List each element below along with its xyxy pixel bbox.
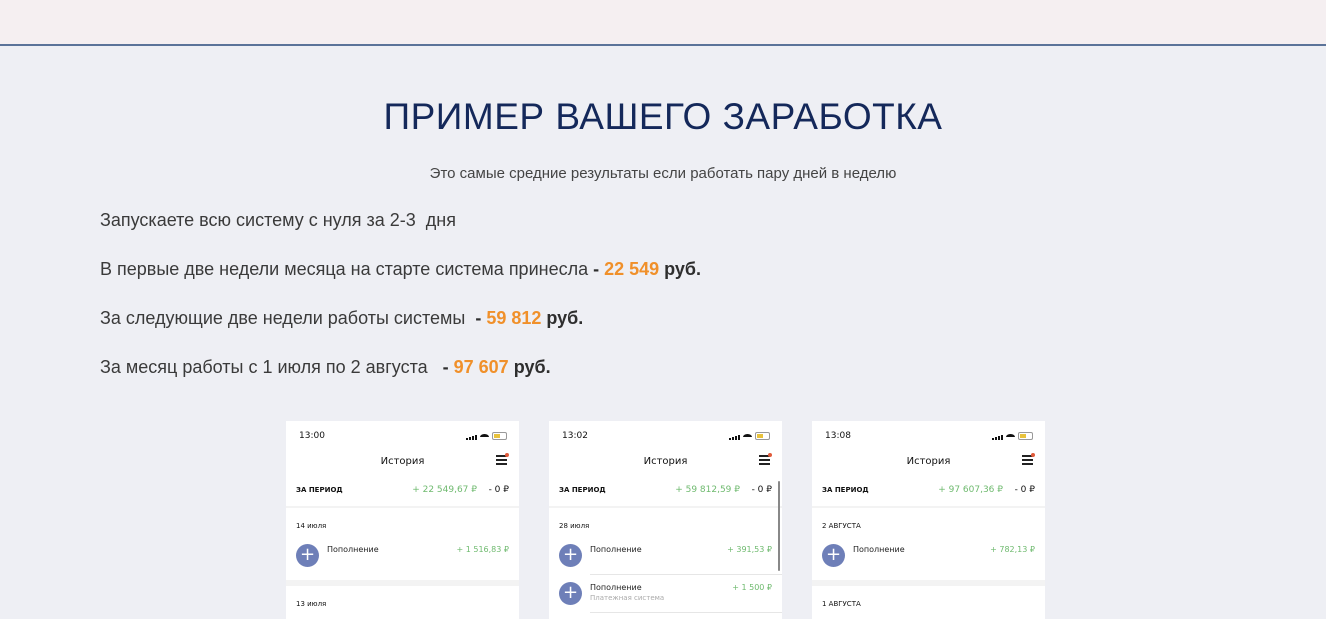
- history-group: 13 июля: [286, 586, 519, 619]
- list-item[interactable]: + Пополнение + 1 516,83 ₽: [296, 544, 509, 568]
- result-line-dash: -: [588, 259, 605, 279]
- history-group: 14 июля + Пополнение + 1 516,83 ₽: [286, 508, 519, 580]
- period-label: ЗА ПЕРИОД: [296, 486, 343, 494]
- result-line-text: За месяц работы с 1 июля по 2 августа: [100, 357, 433, 377]
- period-expense: - 0 ₽: [1014, 485, 1035, 495]
- screenshot-phone-2: 13:02 История ЗА ПЕРИОД + 59 812,59 ₽ - …: [549, 421, 782, 619]
- result-line-2: В первые две недели месяца на старте сис…: [100, 259, 701, 280]
- result-line-text: В первые две недели месяца на старте сис…: [100, 259, 589, 279]
- period-income: + 22 549,67 ₽: [412, 485, 477, 495]
- group-date: 14 июля: [296, 522, 327, 530]
- operation-label: Пополнение: [853, 545, 905, 554]
- nav-title: История: [906, 456, 951, 467]
- period-label: ЗА ПЕРИОД: [822, 486, 869, 494]
- filter-icon[interactable]: [759, 453, 772, 466]
- operation-subtitle: Платежная система: [590, 594, 665, 602]
- operation-label: Пополнение: [327, 545, 379, 554]
- operation-amount: + 1 500 ₽: [732, 583, 772, 592]
- status-icons: [466, 432, 507, 440]
- wifi-icon: [480, 434, 489, 440]
- signal-icon: [466, 435, 477, 440]
- battery-icon: [755, 432, 770, 440]
- page-title: ПРИМЕР ВАШЕГО ЗАРАБОТКА: [383, 96, 943, 137]
- status-time: 13:08: [825, 431, 851, 441]
- wifi-icon: [743, 434, 752, 440]
- history-group: 2 АВГУСТА + Пополнение + 782,13 ₽: [812, 508, 1045, 580]
- result-currency: руб.: [508, 357, 551, 377]
- group-date: 13 июля: [296, 600, 327, 608]
- battery-icon: [1018, 432, 1033, 440]
- list-item[interactable]: + Пополнение + 391,53 ₽: [559, 544, 772, 568]
- phone-header: 13:00 История ЗА ПЕРИОД + 22 549,67 ₽ - …: [286, 421, 519, 506]
- result-amount: 97 607: [453, 357, 509, 377]
- operation-amount: + 391,53 ₽: [727, 545, 772, 554]
- period-expense: - 0 ₽: [488, 485, 509, 495]
- top-bar: [0, 0, 1326, 46]
- plus-circle-icon: +: [559, 544, 582, 567]
- filter-icon[interactable]: [496, 453, 509, 466]
- phone-header: 13:02 История ЗА ПЕРИОД + 59 812,59 ₽ - …: [549, 421, 782, 506]
- result-line-3: За следующие две недели работы системы -…: [100, 308, 583, 329]
- period-expense: - 0 ₽: [751, 485, 772, 495]
- status-time: 13:00: [299, 431, 325, 441]
- screenshot-phone-1: 13:00 История ЗА ПЕРИОД + 22 549,67 ₽ - …: [286, 421, 519, 619]
- result-amount: 59 812: [486, 308, 542, 328]
- phone-header: 13:08 История ЗА ПЕРИОД + 97 607,36 ₽ - …: [812, 421, 1045, 506]
- history-group: 28 июля + Пополнение + 391,53 ₽ + Пополн…: [549, 508, 782, 619]
- screenshot-phone-3: 13:08 История ЗА ПЕРИОД + 97 607,36 ₽ - …: [812, 421, 1045, 619]
- result-line-1: Запускаете всю систему с нуля за 2-3 дня: [100, 210, 456, 231]
- status-icons: [729, 432, 770, 440]
- status-icons: [992, 432, 1033, 440]
- operation-amount: + 1 516,83 ₽: [456, 545, 509, 554]
- nav-title: История: [380, 456, 425, 467]
- result-line-4: За месяц работы с 1 июля по 2 августа - …: [100, 357, 551, 378]
- filter-icon[interactable]: [1022, 453, 1035, 466]
- result-line-text: За следующие две недели работы системы: [100, 308, 471, 328]
- result-line-dash: -: [470, 308, 487, 328]
- result-currency: руб.: [541, 308, 584, 328]
- result-line-text: Запускаете всю систему с нуля за 2-3 дня: [100, 210, 456, 230]
- divider: [590, 574, 782, 575]
- operation-label: Пополнение: [590, 583, 642, 592]
- period-income: + 59 812,59 ₽: [675, 485, 740, 495]
- signal-icon: [729, 435, 740, 440]
- divider: [590, 612, 782, 613]
- list-item[interactable]: + Пополнение Платежная система + 1 500 ₽: [559, 582, 772, 606]
- plus-circle-icon: +: [822, 544, 845, 567]
- nav-title: История: [643, 456, 688, 467]
- period-label: ЗА ПЕРИОД: [559, 486, 606, 494]
- period-income: + 97 607,36 ₽: [938, 485, 1003, 495]
- status-time: 13:02: [562, 431, 588, 441]
- list-item[interactable]: + Пополнение + 782,13 ₽: [822, 544, 1035, 568]
- operation-label: Пополнение: [590, 545, 642, 554]
- wifi-icon: [1006, 434, 1015, 440]
- page-subtitle: Это самые средние результаты если работа…: [429, 165, 897, 182]
- plus-circle-icon: +: [296, 544, 319, 567]
- result-amount: 22 549: [604, 259, 660, 279]
- result-line-dash: -: [432, 357, 454, 377]
- group-date: 1 АВГУСТА: [822, 600, 861, 608]
- scrollbar[interactable]: [778, 481, 780, 571]
- result-currency: руб.: [659, 259, 702, 279]
- battery-icon: [492, 432, 507, 440]
- plus-circle-icon: +: [559, 582, 582, 605]
- group-date: 28 июля: [559, 522, 590, 530]
- operation-amount: + 782,13 ₽: [990, 545, 1035, 554]
- history-group: 1 АВГУСТА: [812, 586, 1045, 619]
- group-date: 2 АВГУСТА: [822, 522, 861, 530]
- signal-icon: [992, 435, 1003, 440]
